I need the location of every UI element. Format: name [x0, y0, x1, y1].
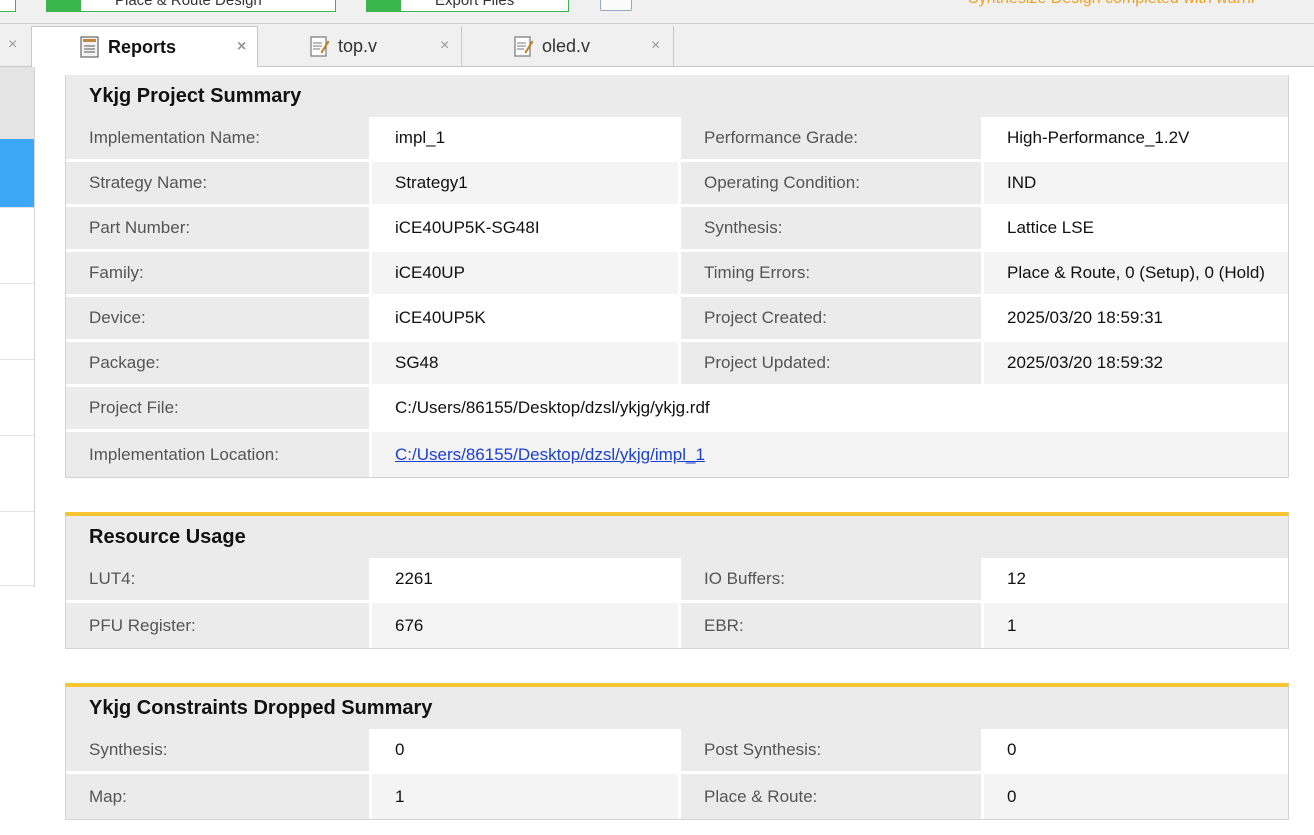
value: impl_1 [372, 117, 681, 162]
table-row: Strategy Name: Strategy1 Operating Condi… [66, 162, 1288, 207]
value: Place & Route, 0 (Setup), 0 (Hold) [984, 252, 1288, 297]
value: iCE40UP5K [372, 297, 681, 342]
table-row: Synthesis: 0 Post Synthesis: 0 [66, 729, 1288, 774]
table-row: Map: 1 Place & Route: 0 [66, 774, 1288, 819]
value: 0 [372, 729, 681, 774]
value: Strategy1 [372, 162, 681, 207]
project-summary-section: Ykjg Project Summary Implementation Name… [65, 75, 1289, 478]
label: EBR: [681, 603, 984, 648]
label: Synthesis: [66, 729, 372, 774]
resource-usage-table: LUT4: 2261 IO Buffers: 12 PFU Register: … [66, 558, 1288, 648]
value: 676 [372, 603, 681, 648]
table-row: Implementation Name: impl_1 Performance … [66, 117, 1288, 162]
label: IO Buffers: [681, 558, 984, 603]
status-message: Synthesize Design completed with warni [968, 0, 1254, 8]
label: Post Synthesis: [681, 729, 984, 774]
verilog-file-icon [310, 36, 329, 57]
play-icon [367, 0, 401, 11]
section-title: Ykjg Constraints Dropped Summary [66, 687, 1288, 729]
close-icon[interactable]: × [237, 38, 246, 56]
tab-label: top.v [338, 35, 378, 56]
table-row: Device: iCE40UP5K Project Created: 2025/… [66, 297, 1288, 342]
toolbar-left-button[interactable] [0, 0, 16, 12]
value: IND [984, 162, 1288, 207]
label: Package: [66, 342, 372, 387]
table-row: Implementation Location: C:/Users/86155/… [66, 432, 1288, 477]
export-files-label: Export Files [435, 0, 515, 9]
impl-location-cell: C:/Users/86155/Desktop/dzsl/ykjg/impl_1 [372, 432, 1288, 477]
left-panel-item[interactable] [0, 512, 34, 586]
label: LUT4: [66, 558, 372, 603]
play-icon [47, 0, 81, 11]
project-summary-table: Implementation Name: impl_1 Performance … [66, 117, 1288, 477]
label: Strategy Name: [66, 162, 372, 207]
impl-location-link[interactable]: C:/Users/86155/Desktop/dzsl/ykjg/impl_1 [395, 445, 705, 464]
section-title: Resource Usage [66, 516, 1288, 558]
label: Part Number: [66, 207, 372, 252]
table-row: Package: SG48 Project Updated: 2025/03/2… [66, 342, 1288, 387]
value: 0 [984, 729, 1288, 774]
value: iCE40UP5K-SG48I [372, 207, 681, 252]
left-panel-item-selected[interactable] [0, 139, 34, 208]
value: 1 [372, 774, 681, 819]
left-panel [0, 67, 35, 587]
place-route-label: Place & Route Design [115, 0, 262, 9]
table-row: LUT4: 2261 IO Buffers: 12 [66, 558, 1288, 603]
tab-bar: × Reports × top.v × oled.v × [0, 24, 1314, 67]
value: 2261 [372, 558, 681, 603]
value: High-Performance_1.2V [984, 117, 1288, 162]
label: Project Updated: [681, 342, 984, 387]
table-row: Family: iCE40UP Timing Errors: Place & R… [66, 252, 1288, 297]
label: Performance Grade: [681, 117, 984, 162]
constraints-dropped-table: Synthesis: 0 Post Synthesis: 0 Map: 1 Pl… [66, 729, 1288, 819]
table-row: Part Number: iCE40UP5K-SG48I Synthesis: … [66, 207, 1288, 252]
constraints-dropped-section: Ykjg Constraints Dropped Summary Synthes… [65, 683, 1289, 820]
left-panel-item[interactable] [0, 208, 34, 284]
tab-reports[interactable]: Reports × [31, 26, 258, 67]
close-icon[interactable]: × [8, 36, 17, 54]
label: Map: [66, 774, 372, 819]
close-icon[interactable]: × [651, 37, 660, 55]
tab-oled-v[interactable]: oled.v × [462, 26, 674, 66]
label: Operating Condition: [681, 162, 984, 207]
label: Family: [66, 252, 372, 297]
verilog-file-icon [514, 36, 533, 57]
checklist-icon[interactable] [600, 0, 632, 11]
value: 2025/03/20 18:59:32 [984, 342, 1288, 387]
table-row: PFU Register: 676 EBR: 1 [66, 603, 1288, 648]
value: 2025/03/20 18:59:31 [984, 297, 1288, 342]
table-row: Project File: C:/Users/86155/Desktop/dzs… [66, 387, 1288, 432]
left-panel-item[interactable] [0, 67, 34, 139]
label: Project File: [66, 387, 372, 432]
export-files-button[interactable]: Export Files [366, 0, 569, 12]
value: Lattice LSE [984, 207, 1288, 252]
place-route-button[interactable]: Place & Route Design [46, 0, 336, 12]
value: 1 [984, 603, 1288, 648]
value: 12 [984, 558, 1288, 603]
label: Place & Route: [681, 774, 984, 819]
value: SG48 [372, 342, 681, 387]
label: Implementation Location: [66, 432, 372, 477]
tab-top-v[interactable]: top.v × [258, 26, 462, 66]
tab-label: Reports [108, 36, 177, 57]
section-title: Ykjg Project Summary [66, 75, 1288, 117]
left-panel-item[interactable] [0, 284, 34, 360]
left-panel-item[interactable] [0, 360, 34, 436]
left-panel-item[interactable] [0, 436, 34, 512]
label: Timing Errors: [681, 252, 984, 297]
label: Device: [66, 297, 372, 342]
resource-usage-section: Resource Usage LUT4: 2261 IO Buffers: 12… [65, 512, 1289, 649]
tab-label: oled.v [542, 35, 591, 56]
report-icon [80, 36, 99, 58]
project-file-value: C:/Users/86155/Desktop/dzsl/ykjg/ykjg.rd… [372, 387, 1288, 432]
toolbar: Place & Route Design Export Files Synthe… [0, 0, 1314, 24]
label: PFU Register: [66, 603, 372, 648]
label: Implementation Name: [66, 117, 372, 162]
label: Synthesis: [681, 207, 984, 252]
value: iCE40UP [372, 252, 681, 297]
label: Project Created: [681, 297, 984, 342]
close-icon[interactable]: × [440, 37, 449, 55]
value: 0 [984, 774, 1288, 819]
